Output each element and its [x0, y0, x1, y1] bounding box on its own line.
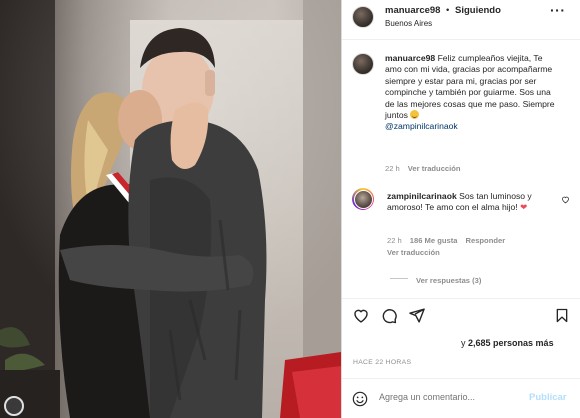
post-photo[interactable] — [0, 0, 341, 418]
reply-username[interactable]: zampinilcarinaok — [387, 191, 457, 201]
post-timestamp[interactable]: HACE 22 HORAS — [353, 359, 411, 366]
caption-time[interactable]: 22 h — [385, 164, 400, 173]
comment-input[interactable] — [379, 392, 519, 402]
post-header: manuarce98 • Siguiendo Buenos Aires ··· — [342, 0, 580, 40]
share-icon[interactable] — [408, 307, 426, 324]
view-replies-line — [390, 278, 408, 280]
view-replies-label[interactable]: Ver respuestas (3) — [416, 276, 481, 285]
post-action-bar — [342, 298, 580, 332]
post-image-art — [0, 0, 341, 418]
reply-button[interactable]: Responder — [465, 236, 505, 245]
reply-meta: 22 h 186 Me gusta Responder — [387, 236, 505, 245]
reply-likes-count[interactable]: 186 Me gusta — [410, 236, 458, 245]
caption-mention[interactable]: @zampinilcarinaok — [385, 121, 458, 131]
caption-translate-link[interactable]: Ver traducción — [408, 164, 461, 173]
header-separator: • — [446, 5, 450, 16]
reply-body: zampinilcarinaok Sos tan luminoso y amor… — [387, 191, 555, 214]
heart-icon[interactable] — [352, 307, 370, 324]
post-location[interactable]: Buenos Aires — [385, 19, 432, 28]
smiling-face-with-hearts-icon — [410, 110, 420, 120]
caption-meta: 22 h Ver traducción — [385, 164, 461, 173]
reply-avatar[interactable] — [352, 188, 374, 210]
view-replies-toggle[interactable]: Ver respuestas (3) — [390, 270, 481, 288]
likes-count[interactable]: 2,685 personas más — [468, 338, 554, 348]
post-detail-panel: manuarce98 • Siguiendo Buenos Aires ··· … — [341, 0, 580, 418]
likes-prefix: y — [461, 338, 466, 348]
emoji-picker-icon[interactable] — [352, 391, 368, 407]
caption-body: manuarce98 Feliz cumpleaños viejita, Te … — [385, 53, 561, 133]
red-heart-icon: ❤ — [520, 202, 528, 213]
author-avatar[interactable] — [352, 6, 374, 28]
photo-user-tag-icon[interactable] — [4, 396, 24, 416]
caption-avatar[interactable] — [352, 53, 374, 75]
likes-summary[interactable]: y 2,685 personas más — [461, 338, 554, 348]
more-options-icon[interactable]: ··· — [550, 2, 566, 18]
caption-username[interactable]: manuarce98 — [385, 53, 435, 63]
author-username[interactable]: manuarce98 — [385, 5, 440, 16]
comment-icon[interactable] — [380, 307, 398, 324]
caption-text: Feliz cumpleaños viejita, Te amo con mi … — [385, 53, 555, 121]
following-button[interactable]: Siguiendo — [455, 5, 501, 16]
reply-time[interactable]: 22 h — [387, 236, 402, 245]
comment-like-heart-icon[interactable] — [561, 195, 570, 204]
bookmark-icon[interactable] — [554, 307, 570, 324]
reply-translate-link[interactable]: Ver traducción — [387, 248, 440, 257]
publish-button[interactable]: Publicar — [529, 392, 567, 403]
add-comment-bar: Publicar — [342, 378, 580, 418]
reply-translate-row: Ver traducción — [387, 248, 440, 257]
